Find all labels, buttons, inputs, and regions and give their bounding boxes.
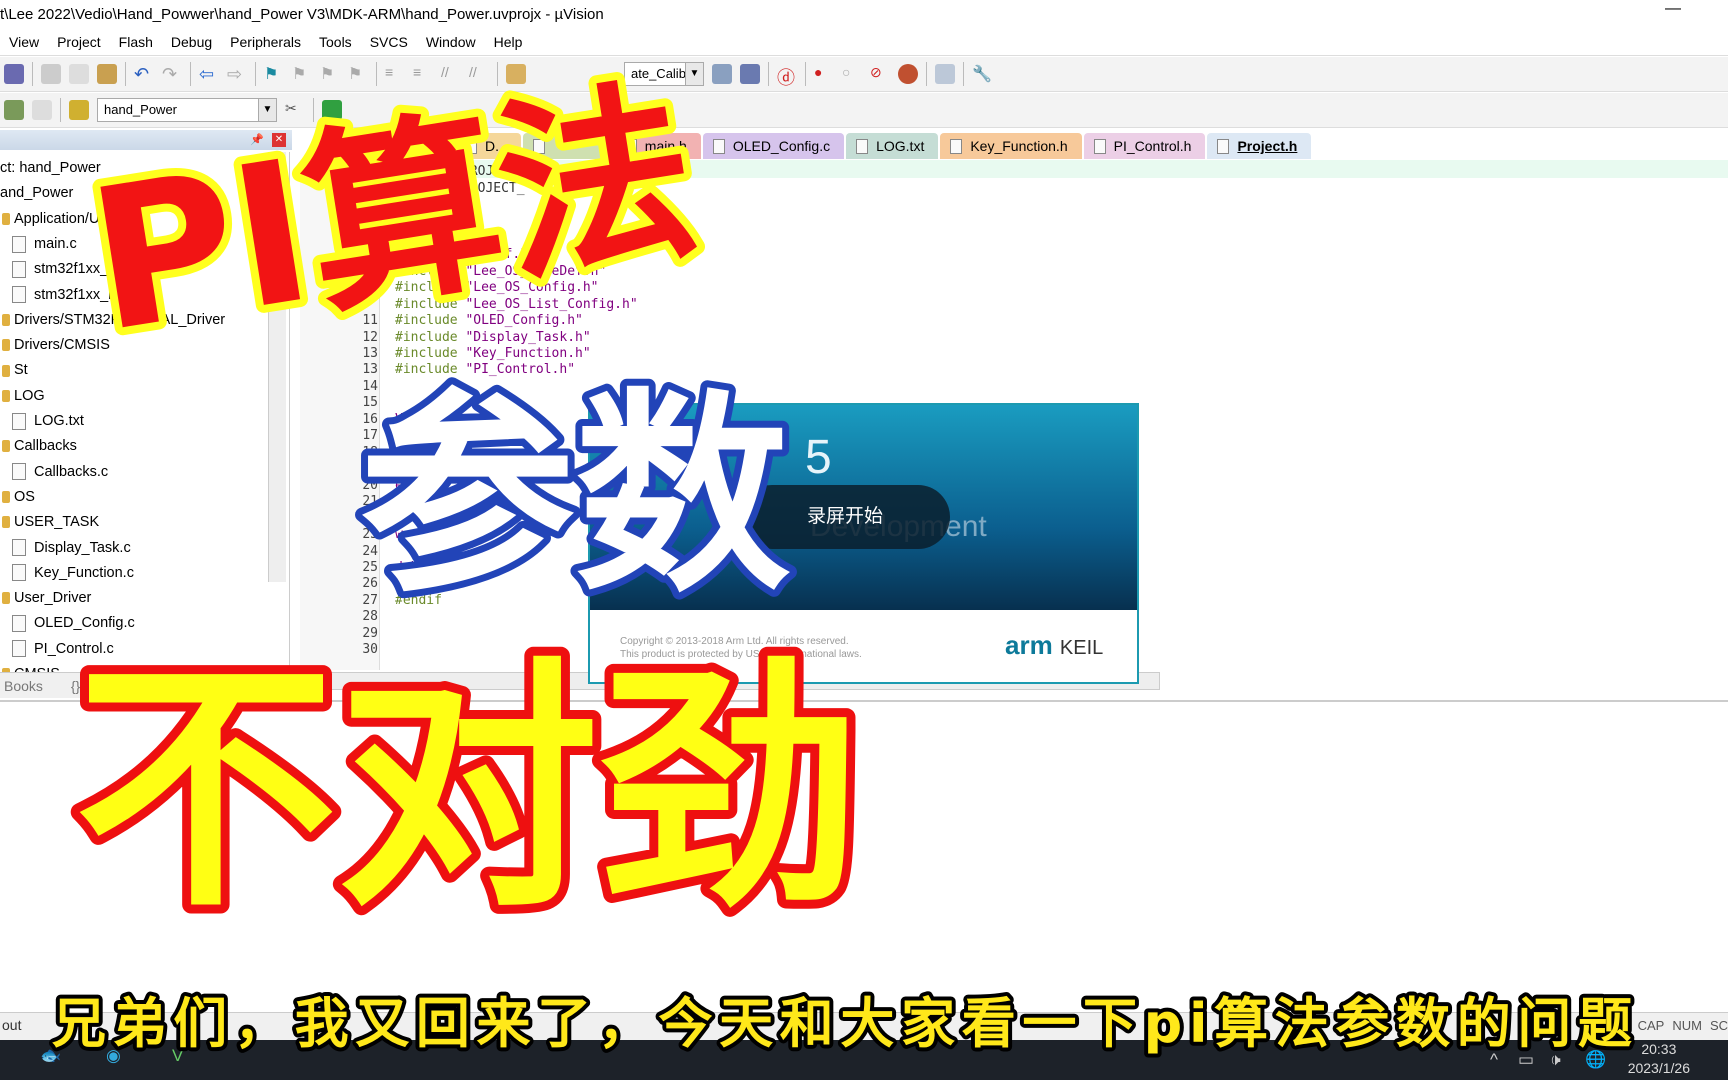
subtitle: 兄弟们，我又回来了，今天和大家看一下pi算法参数的问题 xyxy=(52,992,1632,1055)
title-overlay: PI算法 参数 不对劲 兄弟们，我又回来了，今天和大家看一下pi算法参数的问题 xyxy=(48,49,1636,1059)
overlay-not-right: 不对劲 xyxy=(75,637,861,942)
overlay-parameters: 参数 xyxy=(360,370,790,621)
overlay-pi-algorithm: PI算法 xyxy=(77,57,711,376)
